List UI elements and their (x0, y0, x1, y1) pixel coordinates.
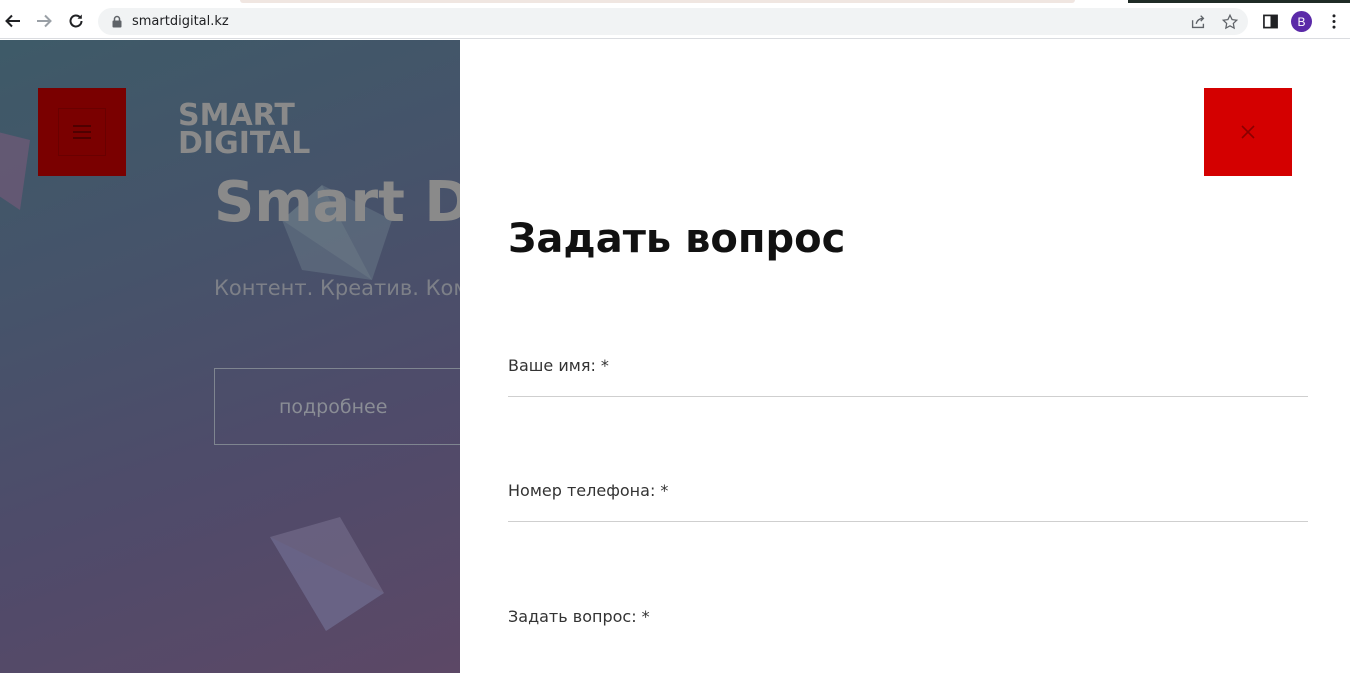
name-input[interactable] (508, 366, 1308, 396)
close-button[interactable] (1204, 88, 1292, 176)
hero-subtitle: Контент. Креатив. Ком (214, 276, 460, 300)
background-page: SMART DIGITAL Smart D Контент. Креатив. … (0, 40, 460, 673)
decorative-polygon (270, 517, 384, 631)
hero-title: Smart D (214, 170, 460, 235)
question-field: Задать вопрос: * (508, 607, 1308, 637)
star-icon[interactable] (1220, 12, 1240, 32)
phone-field: Номер телефона: * (508, 481, 1308, 522)
site-logo[interactable]: SMART DIGITAL (178, 101, 311, 161)
share-icon[interactable] (1188, 12, 1208, 32)
close-icon (1241, 125, 1255, 139)
profile-avatar[interactable]: B (1291, 11, 1312, 32)
logo-line-2: DIGITAL (178, 126, 311, 161)
phone-input[interactable] (508, 491, 1308, 521)
name-field: Ваше имя: * (508, 356, 1308, 397)
lock-icon (112, 15, 122, 28)
field-underline (508, 396, 1308, 397)
more-button[interactable]: подробнее (214, 368, 460, 445)
question-modal: Задать вопрос Ваше имя: * Номер телефона… (460, 40, 1350, 673)
back-arrow-icon[interactable] (1, 9, 25, 33)
reload-icon[interactable] (64, 9, 88, 33)
kebab-menu-icon[interactable] (1322, 9, 1346, 33)
address-bar[interactable]: smartdigital.kz (98, 8, 1248, 35)
menu-button[interactable] (38, 88, 126, 176)
question-input[interactable] (508, 617, 1308, 637)
forward-arrow-icon[interactable] (32, 9, 56, 33)
browser-toolbar: smartdigital.kz B (0, 3, 1350, 39)
url-text: smartdigital.kz (132, 14, 229, 29)
modal-title: Задать вопрос (508, 216, 846, 262)
field-underline (508, 521, 1308, 522)
side-panel-icon[interactable] (1258, 9, 1282, 33)
hamburger-icon (58, 108, 106, 156)
